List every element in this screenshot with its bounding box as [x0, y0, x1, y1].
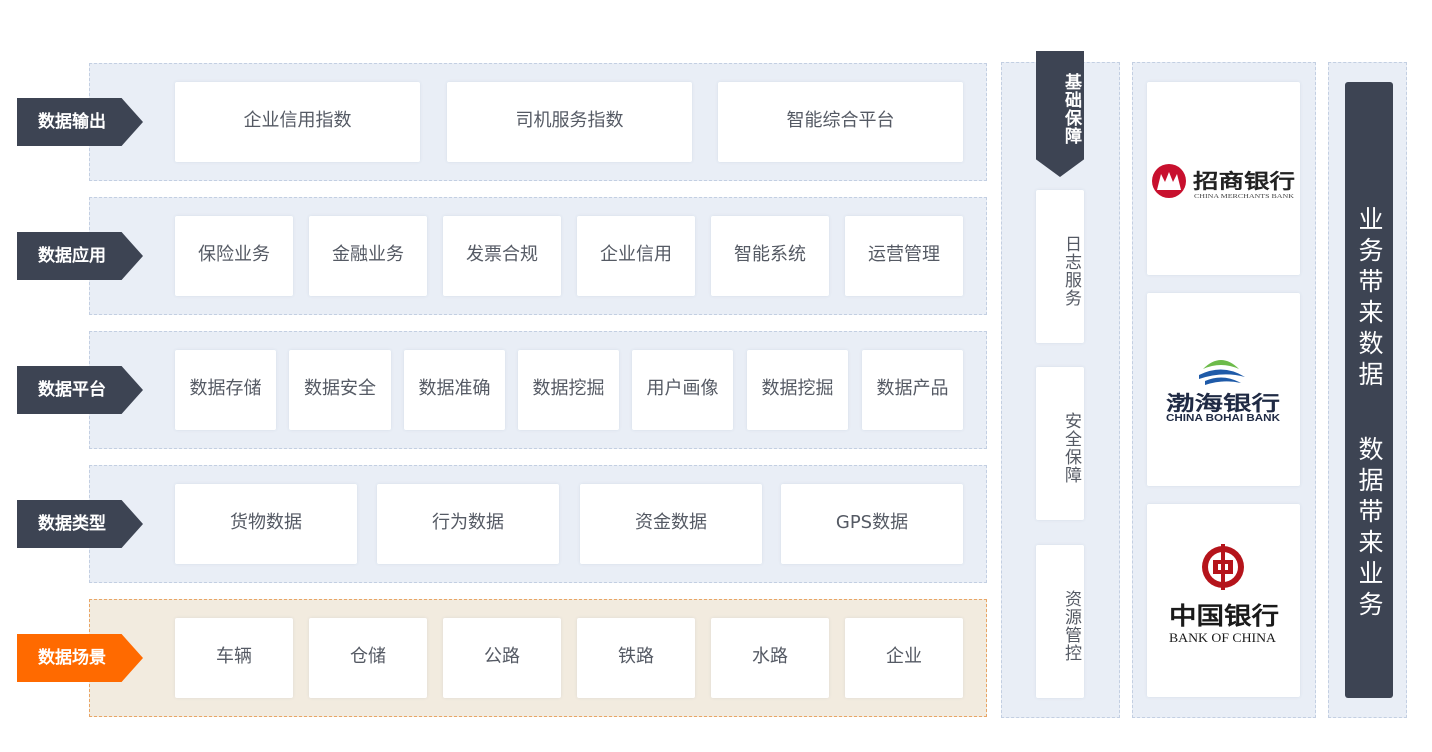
box-user-profile: 用户画像 — [632, 350, 733, 430]
box-operations: 运营管理 — [845, 216, 963, 296]
bank-card-cmb: 招商银行 CHINA MERCHANTS BANK — [1147, 82, 1300, 275]
box-enterprise: 企业 — [845, 618, 963, 698]
boc-en: BANK OF CHINA — [1169, 630, 1277, 645]
slogan-bar: 业务带来数据 数据带来业务 — [1345, 82, 1393, 698]
box-smart-system: 智能系统 — [711, 216, 829, 296]
box-finance: 金融业务 — [309, 216, 427, 296]
boc-logo: 中国银行 BANK OF CHINA — [1169, 544, 1279, 645]
box-gps-data: GPS数据 — [781, 484, 963, 564]
box-security-guarantee: 安全保障 — [1036, 367, 1084, 520]
bohai-en: CHINA BOHAI BANK — [1166, 413, 1281, 424]
tag-data-output: 数据输出 — [17, 98, 143, 146]
box-warehouse: 仓储 — [309, 618, 427, 698]
box-invoice-compliance: 发票合规 — [443, 216, 561, 296]
bohai-name: 渤海银行 — [1166, 391, 1280, 415]
resource-control-label: 资源管控 — [1061, 590, 1081, 662]
box-data-mining-2: 数据挖掘 — [747, 350, 848, 430]
boc-logo-icon — [1202, 544, 1244, 590]
box-data-security: 数据安全 — [289, 350, 391, 430]
cmb-name: 招商银行 — [1193, 169, 1295, 193]
bohai-logo-icon — [1203, 360, 1239, 369]
box-highway: 公路 — [443, 618, 561, 698]
box-resource-control: 资源管控 — [1036, 545, 1084, 698]
log-service-label: 日志服务 — [1061, 235, 1081, 307]
tag-data-platform: 数据平台 — [17, 366, 143, 414]
box-funds-data: 资金数据 — [580, 484, 762, 564]
tag-data-application: 数据应用 — [17, 232, 143, 280]
bank-card-bohai: 渤海银行 CHINA BOHAI BANK — [1147, 293, 1300, 486]
tag-data-scene: 数据场景 — [17, 634, 143, 682]
bank-card-boc: 中国银行 BANK OF CHINA — [1147, 504, 1300, 697]
box-data-storage: 数据存储 — [175, 350, 276, 430]
box-data-product: 数据产品 — [862, 350, 963, 430]
box-railway: 铁路 — [577, 618, 695, 698]
box-enterprise-credit: 企业信用 — [577, 216, 695, 296]
box-vehicle: 车辆 — [175, 618, 293, 698]
box-insurance: 保险业务 — [175, 216, 293, 296]
box-driver-service-index: 司机服务指数 — [447, 82, 692, 162]
slogan-line1: 业务带来数据 — [1355, 206, 1384, 392]
security-guarantee-label: 安全保障 — [1061, 412, 1081, 484]
box-data-accuracy: 数据准确 — [404, 350, 505, 430]
bohai-logo: 渤海银行 CHINA BOHAI BANK — [1166, 360, 1281, 424]
cmb-logo: 招商银行 CHINA MERCHANTS BANK — [1152, 164, 1295, 200]
tag-data-type: 数据类型 — [17, 500, 143, 548]
foundation-title: 基础保障 — [1061, 73, 1081, 145]
box-behavior-data: 行为数据 — [377, 484, 559, 564]
box-log-service: 日志服务 — [1036, 190, 1084, 343]
slogan-line2: 数据带来业务 — [1355, 436, 1384, 622]
box-enterprise-credit-index: 企业信用指数 — [175, 82, 420, 162]
box-waterway: 水路 — [711, 618, 829, 698]
boc-name: 中国银行 — [1169, 601, 1279, 630]
foundation-ribbon: 基础保障 — [1036, 51, 1084, 177]
box-cargo-data: 货物数据 — [175, 484, 357, 564]
cmb-en: CHINA MERCHANTS BANK — [1194, 194, 1295, 200]
box-smart-platform: 智能综合平台 — [718, 82, 963, 162]
box-data-mining: 数据挖掘 — [518, 350, 619, 430]
